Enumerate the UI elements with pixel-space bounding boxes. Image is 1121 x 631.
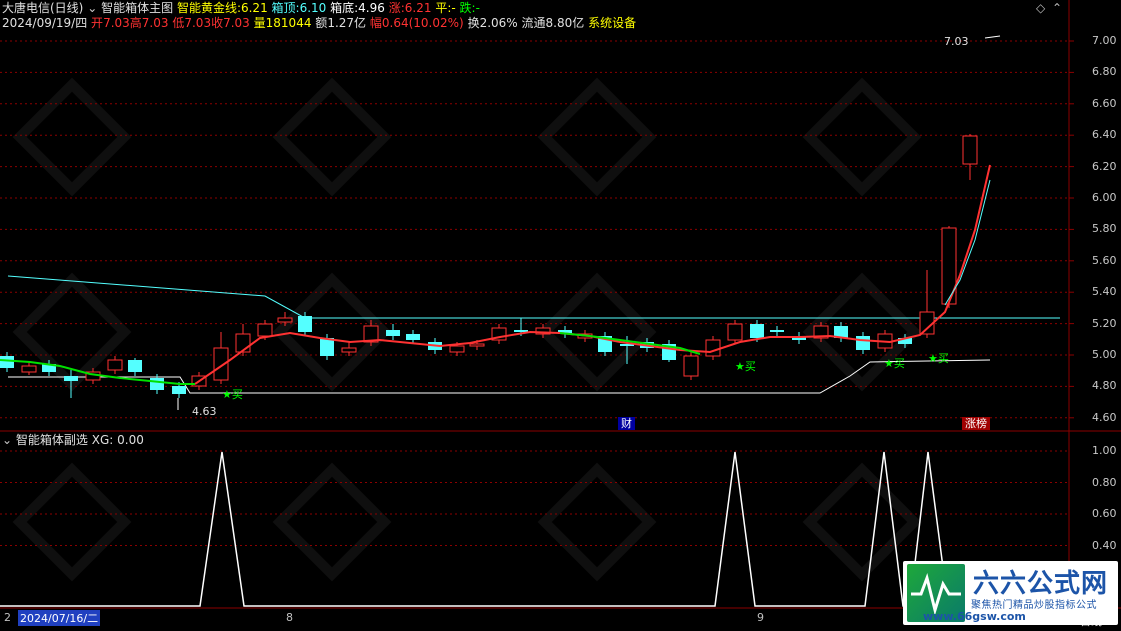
candle-body (320, 338, 334, 356)
candle-body (705, 339, 721, 357)
candle-body (64, 376, 78, 381)
month-9-label: 9 (757, 611, 764, 624)
buy-signal-4: ★买 (928, 352, 949, 365)
time-left-label: 2 (4, 611, 11, 624)
candle-body (386, 330, 400, 336)
price-tick-label: 4.60 (1092, 410, 1117, 424)
xg-value: 0.00 (117, 433, 144, 447)
price-tick-label: 5.20 (1092, 316, 1117, 330)
price-tick-label: 5.80 (1092, 222, 1117, 236)
sub-dropdown-icon[interactable]: ⌄ (2, 433, 12, 447)
candle-body (683, 355, 699, 377)
candle-body (449, 345, 465, 353)
site-logo: 六六公式网 聚焦热门精品炒股指标公式 www.66gsw.com (903, 561, 1118, 625)
price-tick-label: 6.40 (1092, 128, 1117, 142)
candle-body (962, 135, 978, 165)
candle-body (21, 365, 37, 373)
logo-subtitle: 聚焦热门精品炒股指标公式 (971, 600, 1097, 611)
candle-body (750, 324, 764, 338)
sub-tick-label: 0.60 (1092, 507, 1117, 520)
candle-body (770, 330, 784, 332)
price-tick-label: 5.40 (1092, 285, 1117, 299)
candle-body (150, 378, 164, 390)
xg-label: XG: (91, 433, 114, 447)
high-marker-line (984, 35, 1001, 39)
price-tick-label: 6.80 (1092, 65, 1117, 79)
candle-body (469, 343, 485, 347)
limit-up-badge[interactable]: 涨榜 (962, 417, 990, 430)
high-price-label: 7.03 (944, 35, 969, 48)
sub-tick-label: 0.40 (1092, 538, 1117, 552)
box-top-line (7, 275, 1060, 319)
candle-body (257, 323, 273, 337)
price-tick-label: 7.00 (1092, 34, 1117, 47)
price-tick-label: 5.60 (1092, 253, 1117, 267)
logo-url: www.66gsw.com (923, 610, 1026, 623)
price-tick-label: 6.60 (1092, 96, 1117, 110)
candle-body (341, 347, 357, 353)
candle-body (128, 360, 142, 372)
cursor-date: 2024/07/16/二 (18, 610, 101, 626)
candle-body (856, 336, 870, 350)
finance-badge[interactable]: 财 (618, 417, 635, 430)
price-tick-label: 6.20 (1092, 159, 1117, 173)
main-chart[interactable] (0, 0, 1121, 631)
buy-signal-3: ★买 (884, 357, 905, 370)
candle-body (406, 334, 420, 340)
low-price-label: 4.63 (192, 405, 217, 418)
price-tick-label: 5.00 (1092, 348, 1117, 361)
candle-body (277, 317, 293, 323)
sub-tick-label: 1.00 (1092, 444, 1117, 457)
candle-body (298, 316, 312, 332)
sub-indicator-name[interactable]: 智能箱体副选 (16, 433, 88, 447)
price-tick-label: 6.00 (1092, 191, 1117, 204)
xg-signal-line (0, 451, 990, 607)
sub-header: ⌄ 智能箱体副选 XG: 0.00 (2, 432, 144, 448)
buy-signal-1: ★买 (222, 388, 243, 401)
price-tick-label: 4.80 (1092, 379, 1117, 393)
candle-body (172, 386, 186, 394)
buy-signal-2: ★买 (735, 360, 756, 373)
logo-title: 六六公式网 (973, 568, 1109, 598)
candle-body (0, 356, 14, 368)
sub-tick-label: 0.80 (1092, 475, 1117, 489)
candle-body (727, 323, 743, 341)
candle-body (107, 359, 123, 371)
month-8-label: 8 (286, 611, 293, 624)
